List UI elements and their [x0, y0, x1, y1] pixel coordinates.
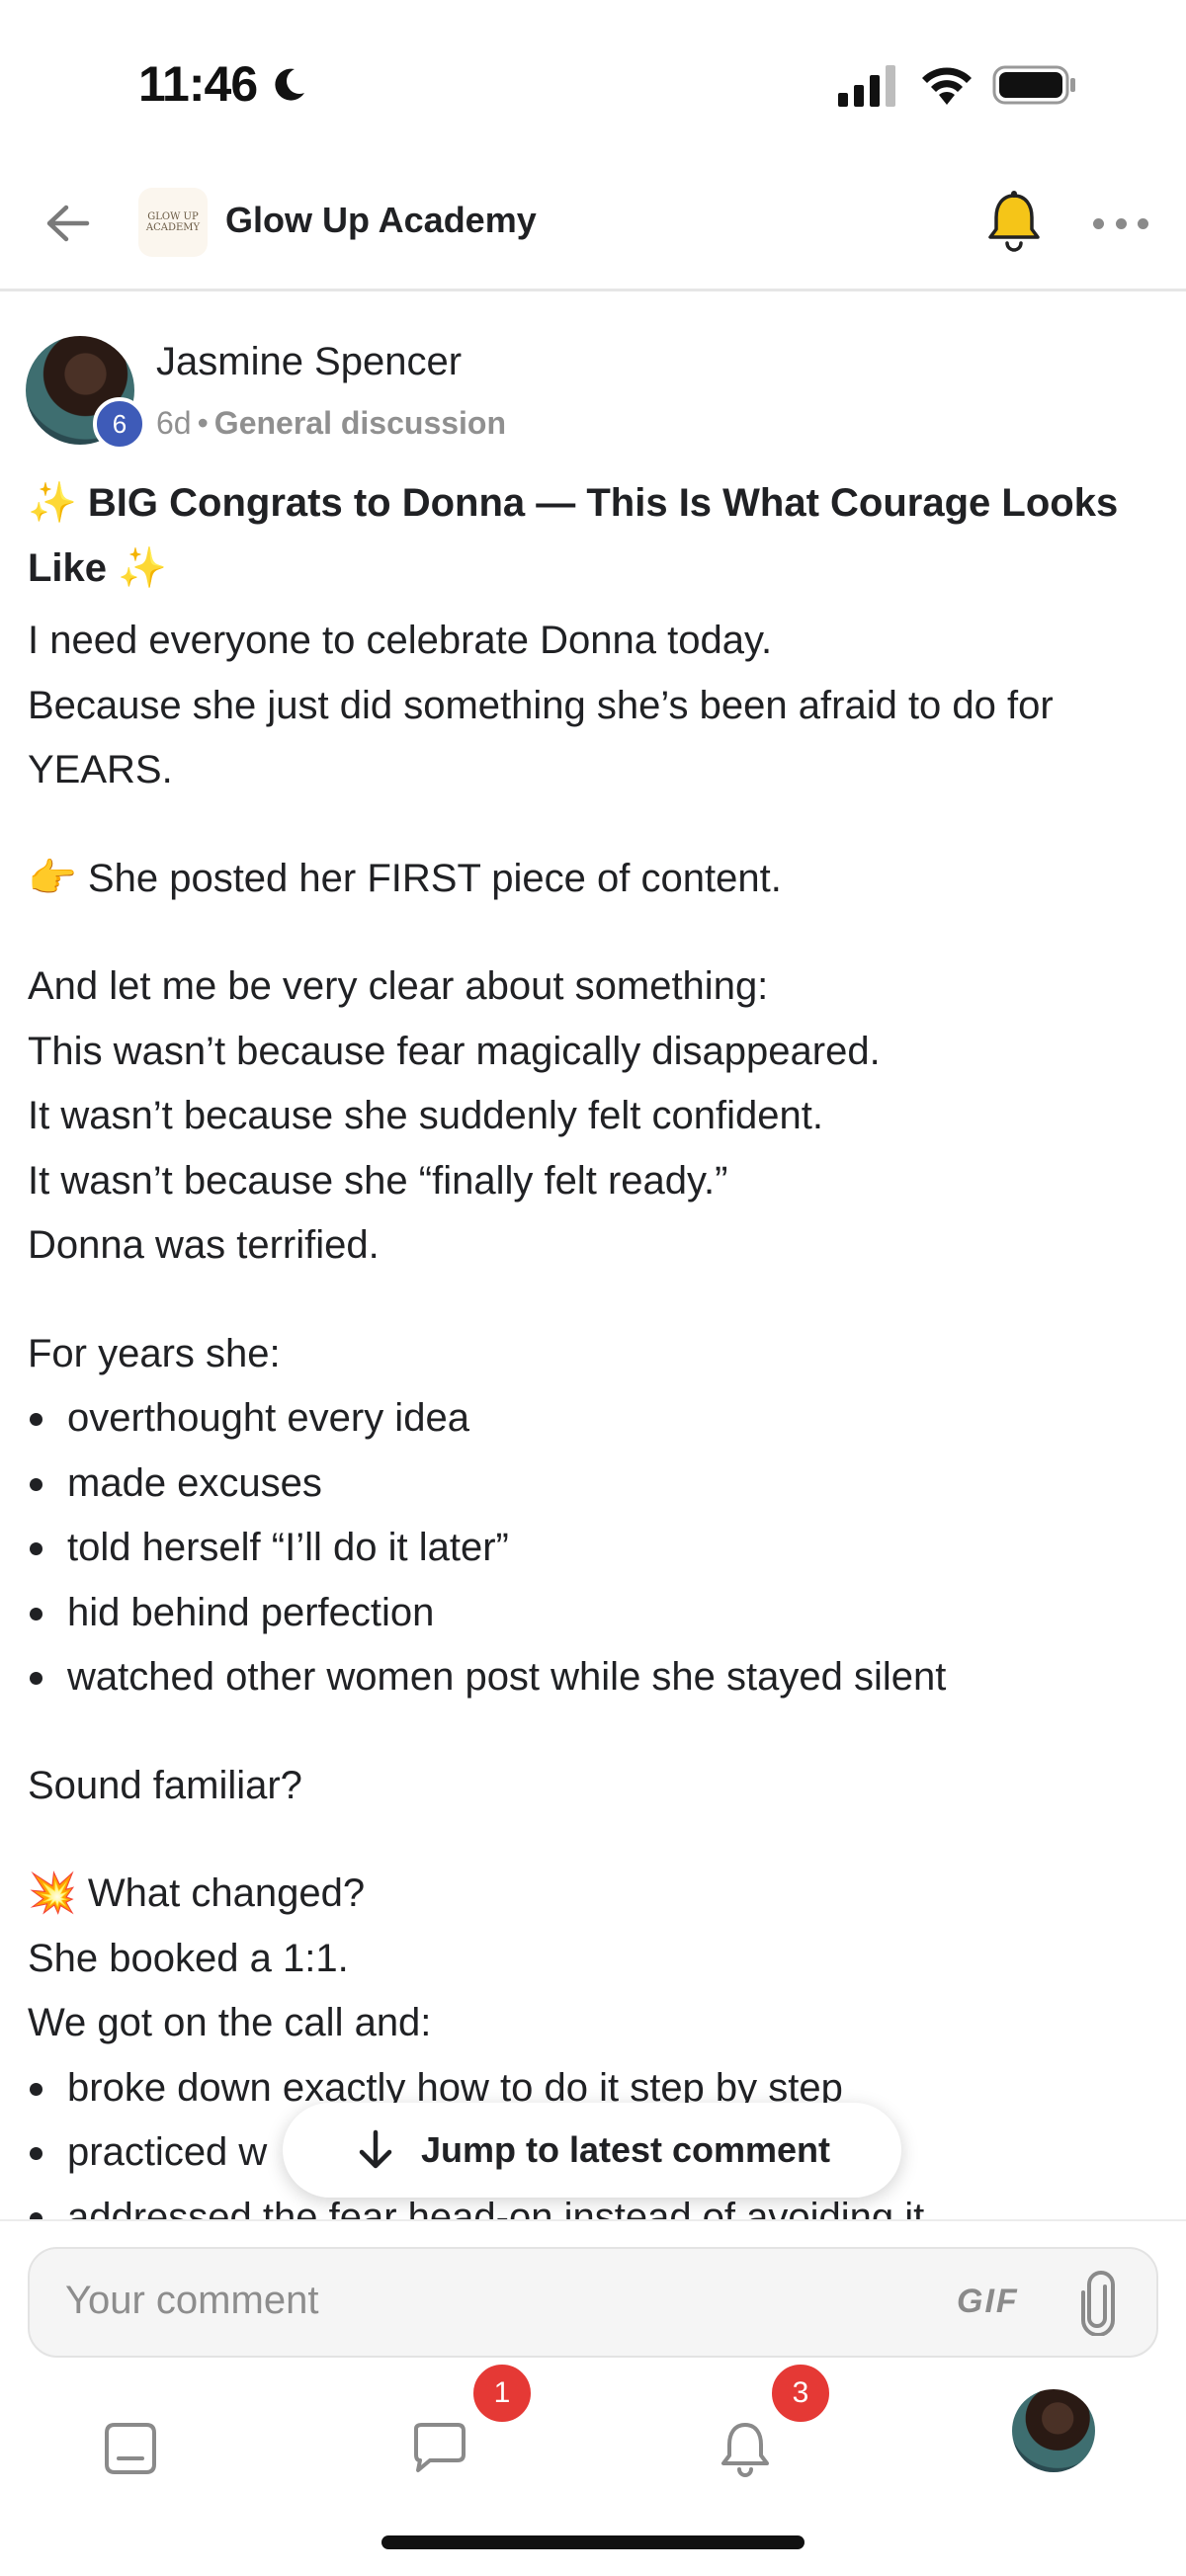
- bell-icon[interactable]: [984, 190, 1044, 255]
- bullet-list: overthought every idea made excuses told…: [28, 1386, 1164, 1710]
- list-item: told herself “I’ll do it later”: [28, 1516, 1164, 1581]
- arrow-left-icon: [46, 205, 90, 242]
- body-line: It wasn’t because she suddenly felt conf…: [28, 1094, 823, 1137]
- body-line: Because she just did something she’s bee…: [28, 683, 1054, 792]
- level-badge: 6: [93, 397, 146, 451]
- home-indicator: [381, 2535, 805, 2549]
- group-header: GLOW UP ACADEMY Glow Up Academy: [0, 168, 1186, 291]
- group-logo[interactable]: GLOW UP ACADEMY: [138, 188, 208, 257]
- battery-icon: [992, 65, 1075, 105]
- list-item: overthought every idea: [28, 1386, 1164, 1452]
- body-line: It wasn’t because she “finally felt read…: [28, 1158, 728, 1203]
- cellular-signal-icon: [838, 65, 895, 107]
- jump-to-latest-comment-button[interactable]: Jump to latest comment: [283, 2103, 901, 2198]
- body-line: This wasn’t because fear magically disap…: [28, 1029, 881, 1073]
- body-line: For years she:: [28, 1331, 281, 1375]
- nav-chat[interactable]: 1: [389, 2362, 534, 2498]
- more-options-button[interactable]: [1093, 204, 1148, 243]
- list-item: hid behind perfection: [28, 1581, 1164, 1646]
- body-line: Donna was terrified.: [28, 1223, 380, 1267]
- chat-bubble-icon: [414, 2423, 466, 2472]
- meta-separator: •: [197, 405, 209, 441]
- profile-avatar[interactable]: [1012, 2389, 1095, 2472]
- post-body: I need everyone to celebrate Donna today…: [28, 609, 1164, 2250]
- body-line: 💥 What changed?: [28, 1871, 366, 1915]
- post-title: ✨ BIG Congrats to Donna — This Is What C…: [28, 481, 1119, 590]
- home-icon: [105, 2423, 156, 2474]
- gif-button[interactable]: GIF: [957, 2283, 1019, 2321]
- group-logo-text: GLOW UP ACADEMY: [145, 211, 201, 233]
- body-line: We got on the call and:: [28, 2001, 432, 2044]
- dot: [1138, 217, 1148, 229]
- comment-bar: Your comment GIF 1 3: [0, 2219, 1186, 2576]
- dot: [1115, 217, 1127, 229]
- dot: [1093, 217, 1104, 229]
- bell-icon: [721, 2423, 769, 2477]
- wifi-icon: [922, 67, 972, 105]
- status-time: 11:46: [138, 56, 258, 112]
- comment-input[interactable]: Your comment GIF: [28, 2247, 1158, 2358]
- group-name[interactable]: Glow Up Academy: [225, 200, 537, 241]
- post-age: 6d: [156, 405, 192, 441]
- list-item: made excuses: [28, 1452, 1164, 1517]
- comment-placeholder: Your comment: [65, 2279, 319, 2322]
- nav-home[interactable]: [81, 2399, 180, 2498]
- body-line: And let me be very clear about something…: [28, 964, 769, 1008]
- body-line: Sound familiar?: [28, 1763, 302, 1807]
- list-item: watched other women post while she staye…: [28, 1645, 1164, 1710]
- author-name[interactable]: Jasmine Spencer: [156, 340, 462, 384]
- body-line: 👉 She posted her FIRST piece of content.: [28, 856, 782, 900]
- arrow-down-icon: [359, 2129, 392, 2169]
- chat-badge: 1: [470, 2362, 534, 2425]
- body-line: She booked a 1:1.: [28, 1936, 349, 1980]
- notifications-badge: 3: [769, 2362, 832, 2425]
- nav-notifications[interactable]: 3: [696, 2362, 832, 2498]
- body-line: I need everyone to celebrate Donna today…: [28, 619, 773, 662]
- moon-icon: [275, 68, 304, 101]
- post-meta: 6d • General discussion: [156, 405, 506, 442]
- paperclip-icon[interactable]: [1073, 2271, 1123, 2336]
- back-button[interactable]: [40, 196, 95, 251]
- status-bar: 11:46: [0, 0, 1186, 168]
- jump-label: Jump to latest comment: [420, 2129, 831, 2170]
- bottom-nav: 1 3: [0, 2362, 1186, 2518]
- post-category[interactable]: General discussion: [214, 405, 506, 441]
